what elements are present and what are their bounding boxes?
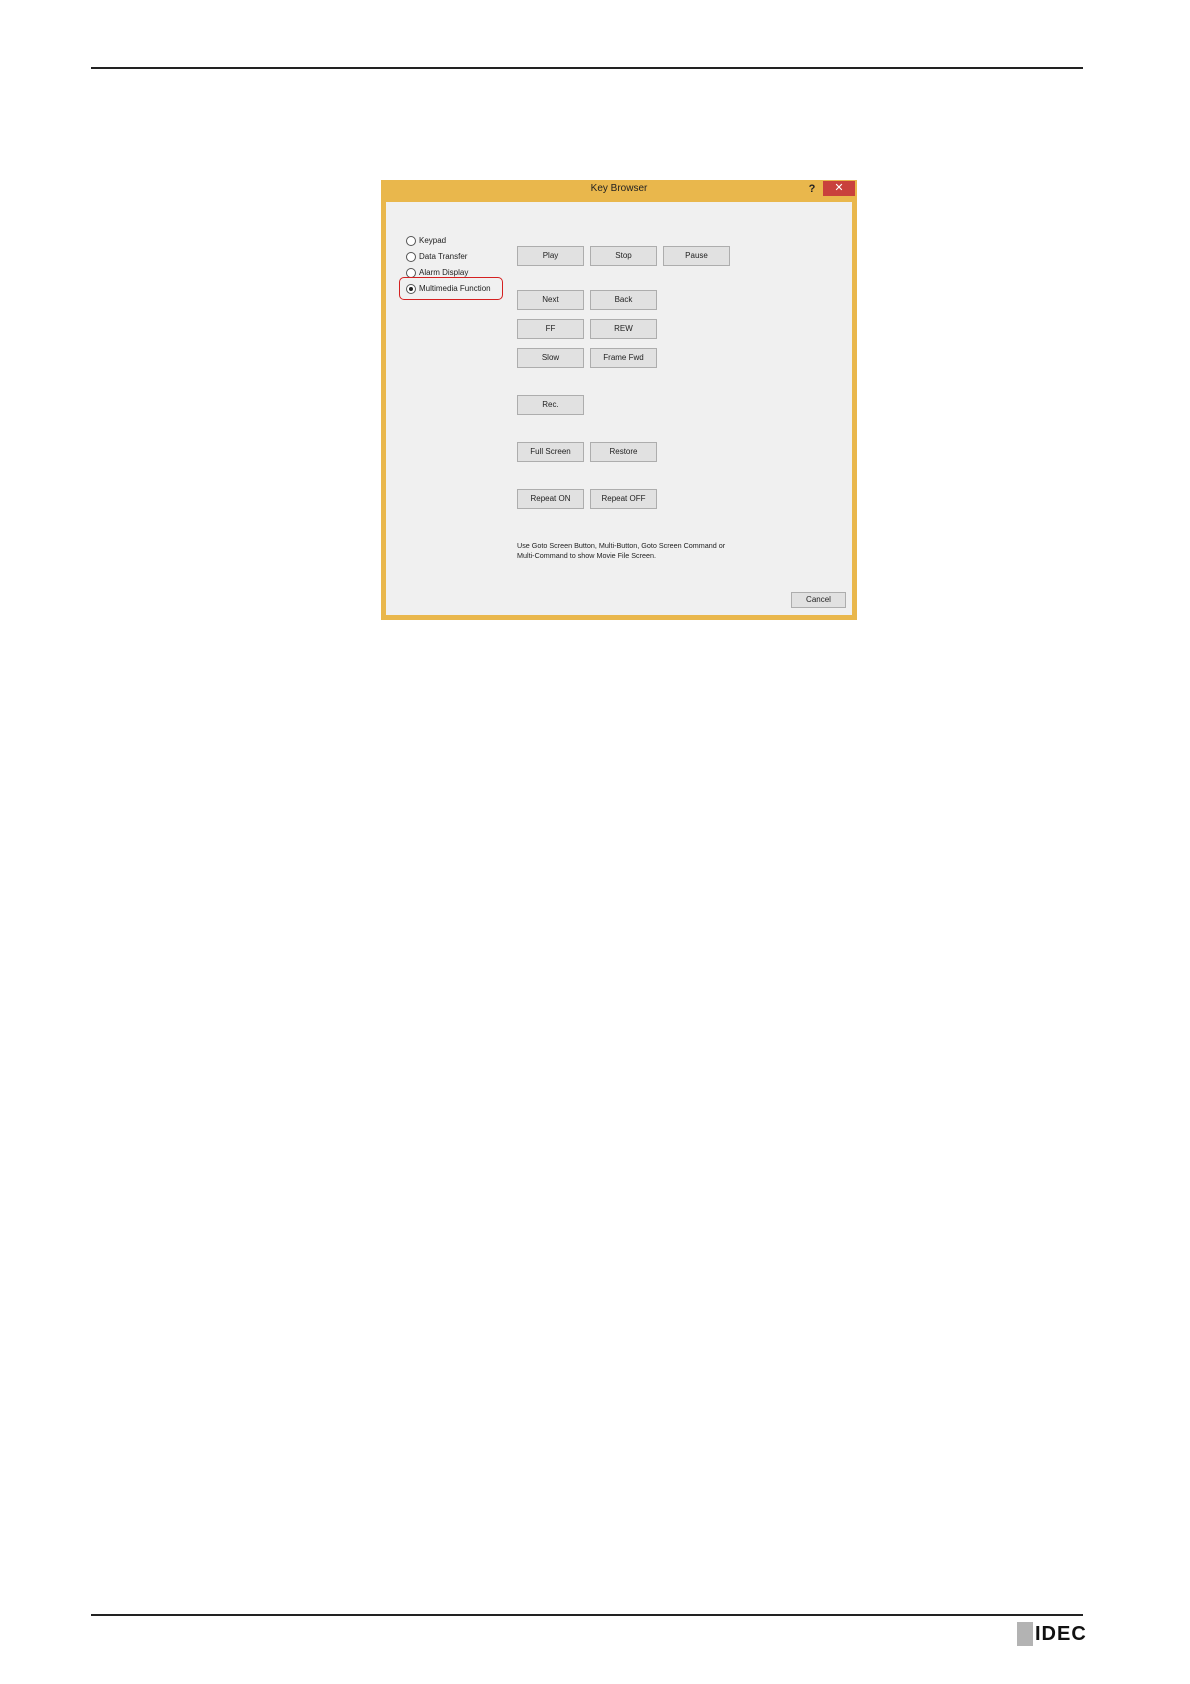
repeat-off-button[interactable]: Repeat OFF [590,489,657,509]
slow-button[interactable]: Slow [517,348,584,368]
full-screen-button[interactable]: Full Screen [517,442,584,462]
key-browser-dialog: Key Browser ? ✕ Keypad Data Transfer Ala… [381,180,857,620]
usage-note-line-2: Multi-Command to show Movie File Screen. [517,551,657,560]
ff-button[interactable]: FF [517,319,584,339]
play-button[interactable]: Play [517,246,584,266]
stop-button[interactable]: Stop [590,246,657,266]
bottom-rule [91,1614,1083,1616]
frame-fwd-button[interactable]: Frame Fwd [590,348,657,368]
usage-note: Use Goto Screen Button, Multi-Button, Go… [517,541,767,561]
radio-label: Data Transfer [419,252,468,261]
rec-button[interactable]: Rec. [517,395,584,415]
logo-bar-icon [1017,1622,1033,1646]
pause-button[interactable]: Pause [663,246,730,266]
help-icon[interactable]: ? [805,182,819,196]
close-button[interactable]: ✕ [823,181,855,196]
title-bar: Key Browser ? ✕ [381,180,857,200]
usage-note-line-1: Use Goto Screen Button, Multi-Button, Go… [517,541,726,550]
next-button[interactable]: Next [517,290,584,310]
restore-button[interactable]: Restore [590,442,657,462]
radio-circle-icon [406,252,416,262]
top-rule [91,67,1083,69]
idec-logo: IDEC [1017,1622,1087,1646]
callout-highlight-box [399,277,503,300]
radio-label: Keypad [419,236,447,245]
dialog-title: Key Browser [590,183,648,194]
back-button[interactable]: Back [590,290,657,310]
rew-button[interactable]: REW [590,319,657,339]
logo-text: IDEC [1035,1623,1087,1645]
repeat-on-button[interactable]: Repeat ON [517,489,584,509]
radio-circle-icon [406,236,416,246]
dialog-client-area: Keypad Data Transfer Alarm Display Multi… [386,202,852,615]
cancel-button[interactable]: Cancel [791,592,846,608]
